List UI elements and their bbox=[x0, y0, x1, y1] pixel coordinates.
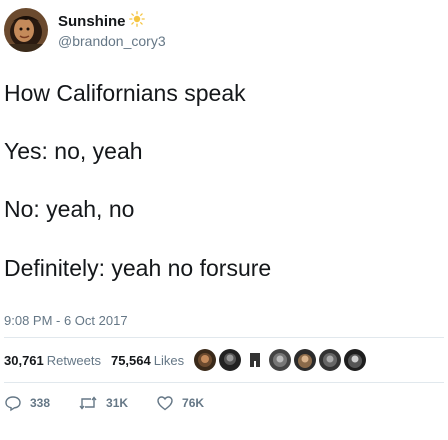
tweet-timestamp[interactable]: 9:08 PM - 6 Oct 2017 bbox=[4, 313, 128, 329]
reply-count: 338 bbox=[30, 396, 51, 410]
likes-stat[interactable]: 75,564 Likes bbox=[111, 353, 184, 368]
tweet-header: Sunshine @brandon_cory3 bbox=[4, 4, 166, 56]
profile-avatar[interactable] bbox=[4, 8, 48, 52]
tweet-line: No: yeah, no bbox=[4, 196, 135, 222]
retweet-button[interactable]: 31K bbox=[78, 394, 128, 412]
reply-button[interactable]: 338 bbox=[4, 394, 50, 412]
like-count: 76K bbox=[182, 396, 205, 410]
retweets-label: Retweets bbox=[46, 352, 101, 368]
retweets-count: 30,761 bbox=[4, 352, 44, 368]
liker-avatar[interactable] bbox=[244, 349, 267, 371]
liker-avatar[interactable] bbox=[194, 349, 217, 371]
divider bbox=[4, 382, 444, 383]
engagement-stats: 30,761 Retweets 75,564 Likes bbox=[4, 340, 369, 380]
retweet-count: 31K bbox=[106, 396, 129, 410]
action-bar: 338 31K 76K bbox=[4, 388, 232, 418]
sun-icon bbox=[128, 10, 145, 32]
display-name-text: Sunshine bbox=[58, 12, 126, 30]
retweets-stat[interactable]: 30,761 Retweets bbox=[4, 353, 101, 368]
likes-count: 75,564 bbox=[110, 352, 151, 368]
heart-icon bbox=[156, 394, 174, 412]
liker-avatar[interactable] bbox=[344, 349, 367, 371]
liker-avatar[interactable] bbox=[219, 349, 242, 371]
liker-avatars bbox=[194, 349, 369, 371]
user-handle[interactable]: @brandon_cory3 bbox=[58, 32, 166, 50]
liker-avatar[interactable] bbox=[294, 349, 317, 371]
like-button[interactable]: 76K bbox=[156, 394, 204, 412]
retweet-icon bbox=[78, 394, 98, 412]
likes-label: Likes bbox=[153, 352, 185, 368]
tweet-line: Definitely: yeah no forsure bbox=[4, 255, 272, 281]
display-name[interactable]: Sunshine bbox=[58, 10, 166, 32]
liker-avatar[interactable] bbox=[319, 349, 342, 371]
reply-icon bbox=[4, 394, 22, 412]
tweet-line: Yes: no, yeah bbox=[4, 138, 143, 164]
user-names: Sunshine @brandon_cory3 bbox=[58, 10, 166, 50]
tweet-line: How Californians speak bbox=[4, 80, 246, 106]
liker-avatar[interactable] bbox=[269, 349, 292, 371]
divider bbox=[4, 337, 444, 338]
